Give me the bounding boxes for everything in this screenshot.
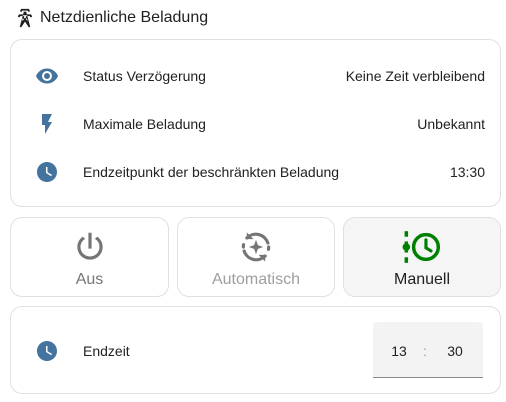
clock-icon	[35, 160, 59, 184]
status-row-max-charge[interactable]: Maximale Beladung Unbekannt	[11, 110, 500, 138]
card-header: Netzdienliche Beladung	[14, 7, 208, 29]
mode-off-label: Aus	[75, 271, 104, 288]
minutes-input[interactable]: 30	[435, 343, 475, 359]
status-label: Status Verzögerung	[83, 68, 206, 84]
clock-icon	[37, 341, 57, 361]
status-card: Status Verzögerung Keine Zeit verbleiben…	[10, 39, 501, 207]
max-charge-label: Maximale Beladung	[83, 116, 206, 132]
end-time-input-label: Endzeit	[83, 343, 130, 359]
mode-manual-button[interactable]: Manuell	[343, 217, 501, 297]
mode-manual-label: Manuell	[393, 271, 451, 288]
status-value: Keine Zeit verbleibend	[345, 68, 485, 84]
card-title: Netzdienliche Beladung	[40, 9, 209, 26]
flash-icon	[35, 112, 59, 136]
status-row-delay[interactable]: Status Verzögerung Keine Zeit verbleiben…	[11, 62, 500, 90]
status-row-end-time[interactable]: Endzeitpunkt der beschränkten Beladung 1…	[11, 158, 500, 186]
clock-manual-icon	[402, 231, 441, 263]
transmission-tower-icon	[17, 8, 33, 28]
end-time-label: Endzeitpunkt der beschränkten Beladung	[83, 164, 340, 180]
max-charge-value: Unbekannt	[417, 116, 485, 132]
auto-mode-icon	[241, 232, 271, 262]
end-time-value: 13:30	[449, 164, 485, 180]
mode-off-button[interactable]: Aus	[10, 217, 169, 297]
mode-auto-button[interactable]: Automatisch	[177, 217, 335, 297]
hours-input[interactable]: 13	[379, 343, 419, 359]
time-separator: :	[423, 343, 427, 359]
mode-auto-label: Automatisch	[211, 271, 301, 288]
power-icon	[76, 232, 103, 260]
eye-icon	[35, 64, 59, 88]
end-time-card: Endzeit 13 : 30	[10, 306, 501, 394]
time-input[interactable]: 13 : 30	[373, 322, 483, 378]
